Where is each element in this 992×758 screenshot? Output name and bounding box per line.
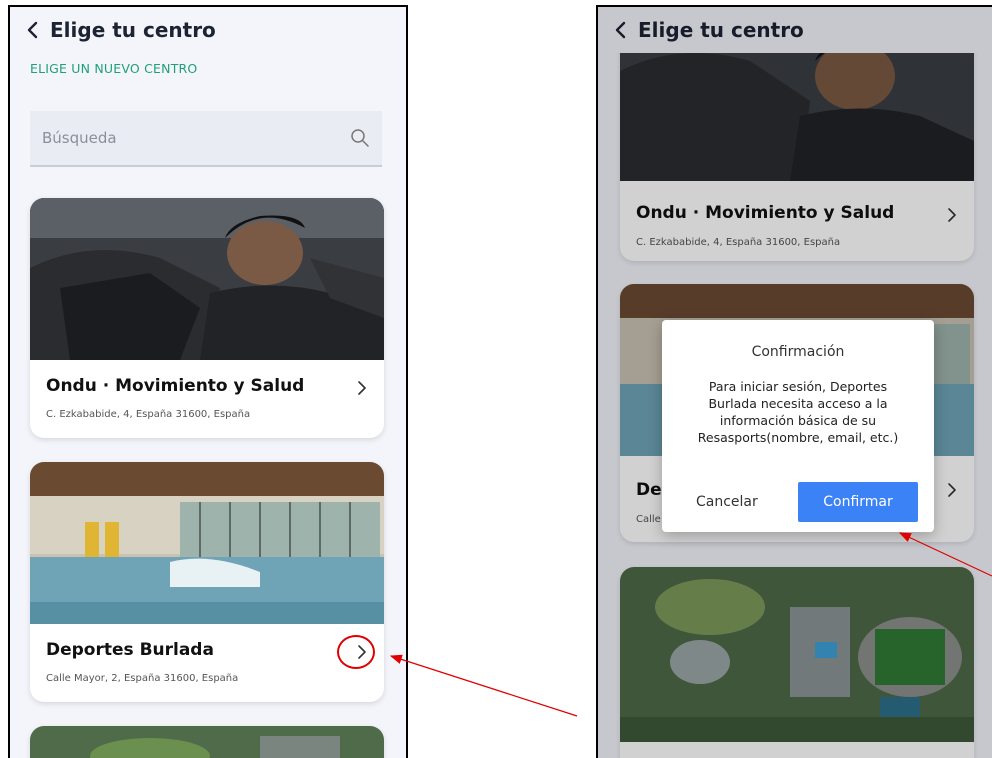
dialog-title: Confirmación <box>751 344 845 360</box>
center-name: Deportes Burlada <box>46 640 214 660</box>
center-address: C. Ezkababide, 4, España 31600, España <box>46 409 251 420</box>
center-address: Calle Mayor, 2, España 31600, España <box>46 673 239 684</box>
confirm-button[interactable]: Confirmar <box>798 482 918 522</box>
cancel-button[interactable]: Cancelar <box>696 494 758 510</box>
search-icon[interactable] <box>350 128 370 148</box>
page-title: Elige tu centro <box>50 18 216 42</box>
right-phone-screen: Elige tu centro Ondu · Movimiento y Salu… <box>596 5 992 758</box>
center-card-ondu[interactable]: Ondu · Movimiento y Salud C. Ezkababide,… <box>30 198 384 438</box>
left-phone-screen: Elige tu centro ELIGE UN NUEVO CENTRO On… <box>8 5 408 758</box>
chevron-left-icon[interactable] <box>22 19 44 41</box>
center-name: Ondu · Movimiento y Salud <box>46 376 305 396</box>
annotation-circle <box>337 635 375 669</box>
center-image-aerial <box>30 726 384 758</box>
chevron-right-icon[interactable] <box>354 378 370 398</box>
app-header: Elige tu centro <box>10 7 406 53</box>
search-input[interactable] <box>40 128 344 148</box>
search-bar[interactable] <box>30 111 382 167</box>
annotation-arrow <box>389 654 578 717</box>
dialog-message: Para iniciar sesión, Deportes Burlada ne… <box>697 379 899 445</box>
confirmation-dialog: Confirmación Para iniciar sesión, Deport… <box>662 320 934 532</box>
center-image-athlete <box>30 198 384 360</box>
center-card-partial[interactable] <box>30 726 384 758</box>
center-card-burlada[interactable]: Deportes Burlada Calle Mayor, 2, España … <box>30 462 384 702</box>
section-subtitle: ELIGE UN NUEVO CENTRO <box>30 61 198 76</box>
center-image-pool <box>30 462 384 624</box>
